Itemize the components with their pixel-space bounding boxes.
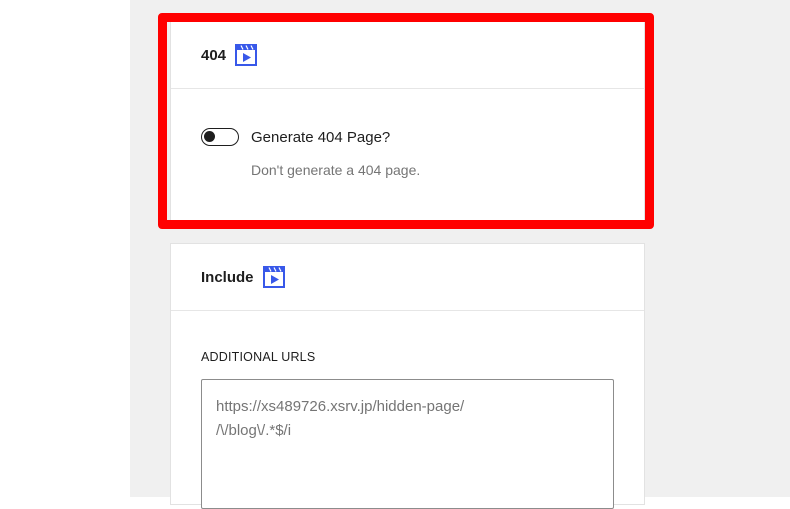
generate-404-label: Generate 404 Page? [251,128,391,146]
card-404-title: 404 [201,46,227,64]
card-include-header: Include [171,244,644,311]
card-include: Include ADDITIONAL URLS https://xs489726… [171,244,644,509]
generate-404-toggle[interactable] [201,128,239,146]
additional-urls-label: ADDITIONAL URLS [201,350,316,364]
card-include-title: Include [201,268,254,286]
video-icon[interactable] [262,266,285,288]
generate-404-help-text: Don't generate a 404 page. [251,162,421,178]
video-icon[interactable] [235,44,258,66]
generate-404-toggle-row: Generate 404 Page? [201,128,390,146]
additional-urls-textarea[interactable]: https://xs489726.xsrv.jp/hidden-page/ /\… [201,379,614,509]
toggle-knob [204,131,215,142]
card-404: 404 Generate 404 Page? Don't generate a … [171,22,644,220]
card-404-header: 404 [171,22,644,89]
